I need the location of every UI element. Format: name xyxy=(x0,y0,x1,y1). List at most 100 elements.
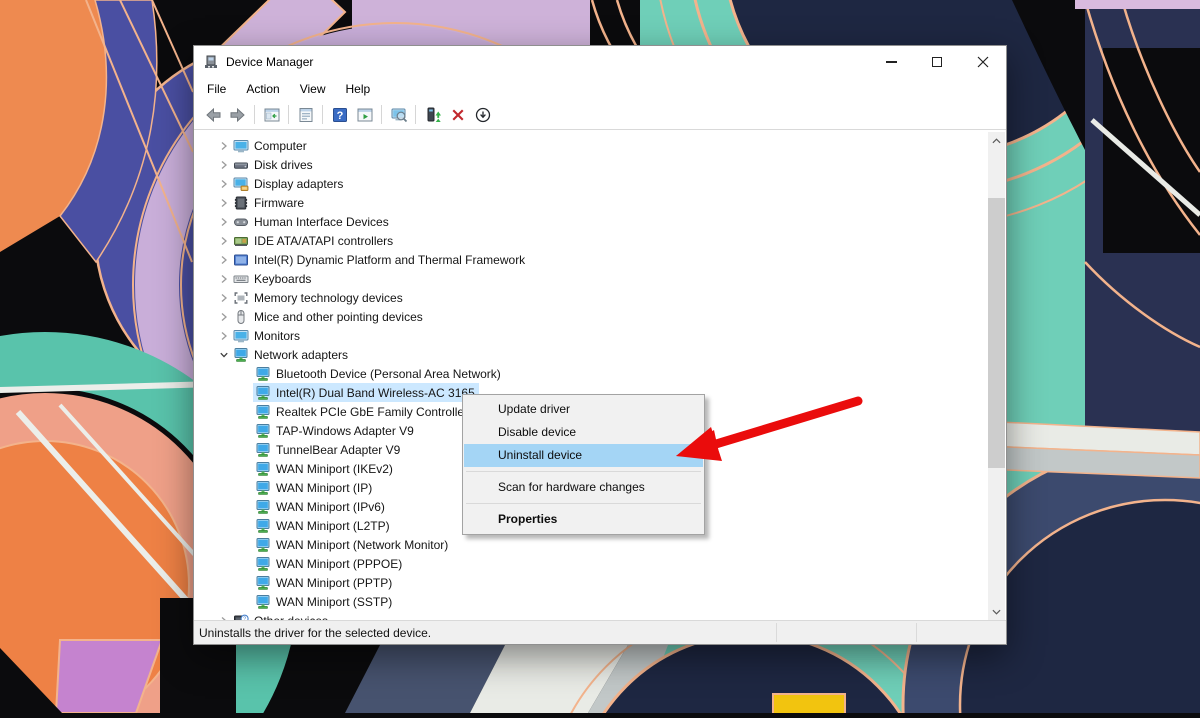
chevron-right-icon[interactable] xyxy=(217,272,231,286)
tree-item-body[interactable]: WAN Miniport (PPTP) xyxy=(253,573,396,592)
tree-item[interactable]: WAN Miniport (PPPOE) xyxy=(194,554,1006,573)
chevron-up-icon xyxy=(992,138,1001,144)
tree-item[interactable]: WAN Miniport (PPTP) xyxy=(194,573,1006,592)
tree-item[interactable]: Bluetooth Device (Personal Area Network) xyxy=(194,364,1006,383)
tree-item[interactable]: Memory technology devices xyxy=(194,288,1006,307)
chevron-right-icon[interactable] xyxy=(217,177,231,191)
help-icon[interactable]: ? xyxy=(327,102,352,127)
tree-item[interactable]: Keyboards xyxy=(194,269,1006,288)
tree-item[interactable]: Intel(R) Dynamic Platform and Thermal Fr… xyxy=(194,250,1006,269)
context-menu-item-uninstall-device[interactable]: Uninstall device xyxy=(464,444,703,467)
tree-item-body[interactable]: Keyboards xyxy=(231,269,315,288)
update-driver-icon[interactable] xyxy=(420,102,445,127)
show-console-tree-icon[interactable] xyxy=(259,102,284,127)
mouse-icon xyxy=(233,309,249,325)
tree-item-body[interactable]: Memory technology devices xyxy=(231,288,407,307)
chevron-right-icon[interactable] xyxy=(217,329,231,343)
tree-item-body[interactable]: Network adapters xyxy=(231,345,352,364)
network-icon xyxy=(255,594,271,610)
chevron-right-icon[interactable] xyxy=(217,139,231,153)
tree-item[interactable]: IDE ATA/ATAPI controllers xyxy=(194,231,1006,250)
scroll-down-button[interactable] xyxy=(988,603,1005,620)
tree-item-body[interactable]: TunnelBear Adapter V9 xyxy=(253,440,404,459)
tree-item-label: Network adapters xyxy=(254,348,348,362)
vertical-scrollbar[interactable] xyxy=(988,132,1005,620)
minimize-icon xyxy=(886,61,897,62)
tree-item-body[interactable]: ?Other devices xyxy=(231,611,332,620)
chevron-right-icon[interactable] xyxy=(217,291,231,305)
action-pane-icon[interactable] xyxy=(352,102,377,127)
tree-item-body[interactable]: Display adapters xyxy=(231,174,347,193)
title-bar[interactable]: Device Manager xyxy=(194,46,1006,78)
chevron-right-icon[interactable] xyxy=(217,196,231,210)
tree-item[interactable]: Monitors xyxy=(194,326,1006,345)
tree-item-label: Monitors xyxy=(254,329,300,343)
menu-action[interactable]: Action xyxy=(236,79,289,99)
tree-item[interactable]: WAN Miniport (Network Monitor) xyxy=(194,535,1006,554)
tree-item[interactable]: WAN Miniport (SSTP) xyxy=(194,592,1006,611)
tree-item-body[interactable]: Disk drives xyxy=(231,155,317,174)
tree-item-label: Disk drives xyxy=(254,158,313,172)
context-menu-item-scan-for-hardware-changes[interactable]: Scan for hardware changes xyxy=(464,476,703,499)
tree-item-body[interactable]: Computer xyxy=(231,136,311,155)
close-button[interactable] xyxy=(960,46,1006,78)
context-menu-item-update-driver[interactable]: Update driver xyxy=(464,398,703,421)
tree-item-body[interactable]: Mice and other pointing devices xyxy=(231,307,427,326)
tree-item[interactable]: Mice and other pointing devices xyxy=(194,307,1006,326)
tree-item-body[interactable]: WAN Miniport (L2TP) xyxy=(253,516,394,535)
tree-item-body[interactable]: WAN Miniport (IPv6) xyxy=(253,497,389,516)
tree-item-body[interactable]: TAP-Windows Adapter V9 xyxy=(253,421,418,440)
properties-icon[interactable] xyxy=(293,102,318,127)
desktop: { "colors": { "selection_blue": "#cce8ff… xyxy=(0,0,1200,713)
uninstall-device-icon[interactable] xyxy=(445,102,470,127)
tree-item[interactable]: Display adapters xyxy=(194,174,1006,193)
tree-item-body[interactable]: IDE ATA/ATAPI controllers xyxy=(231,231,397,250)
tree-item-body[interactable]: WAN Miniport (SSTP) xyxy=(253,592,396,611)
back-icon[interactable] xyxy=(200,102,225,127)
chevron-right-icon[interactable] xyxy=(217,310,231,324)
disable-device-icon[interactable] xyxy=(470,102,495,127)
tree-item-label: Display adapters xyxy=(254,177,343,191)
tree-item-selected[interactable]: Intel(R) Dual Band Wireless-AC 3165 xyxy=(253,383,479,402)
menu-file[interactable]: File xyxy=(197,79,236,99)
context-menu: Update driverDisable deviceUninstall dev… xyxy=(462,394,705,535)
context-menu-item-properties[interactable]: Properties xyxy=(464,508,703,531)
tree-item-body[interactable]: WAN Miniport (IP) xyxy=(253,478,376,497)
tree-item-label: WAN Miniport (SSTP) xyxy=(276,595,392,609)
tree-item-body[interactable]: Human Interface Devices xyxy=(231,212,393,231)
chevron-right-icon[interactable] xyxy=(217,158,231,172)
toolbar-separator xyxy=(381,105,382,124)
toolbar-separator xyxy=(415,105,416,124)
tree-item-label: IDE ATA/ATAPI controllers xyxy=(254,234,393,248)
maximize-button[interactable] xyxy=(914,46,960,78)
menu-view[interactable]: View xyxy=(290,79,336,99)
scan-hardware-changes-icon[interactable] xyxy=(386,102,411,127)
chevron-right-icon[interactable] xyxy=(217,215,231,229)
menu-help[interactable]: Help xyxy=(336,79,381,99)
tree-item[interactable]: Disk drives xyxy=(194,155,1006,174)
scroll-up-button[interactable] xyxy=(988,132,1005,149)
tree-item-body[interactable]: WAN Miniport (IKEv2) xyxy=(253,459,397,478)
forward-icon[interactable] xyxy=(225,102,250,127)
tree-item[interactable]: Computer xyxy=(194,136,1006,155)
minimize-button[interactable] xyxy=(868,46,914,78)
tree-item-body[interactable]: WAN Miniport (PPPOE) xyxy=(253,554,406,573)
chevron-down-icon[interactable] xyxy=(217,348,231,362)
context-menu-item-disable-device[interactable]: Disable device xyxy=(464,421,703,444)
network-icon xyxy=(255,518,271,534)
tree-item[interactable]: Firmware xyxy=(194,193,1006,212)
tree-item-body[interactable]: Bluetooth Device (Personal Area Network) xyxy=(253,364,505,383)
toolbar-separator xyxy=(288,105,289,124)
chevron-right-icon[interactable] xyxy=(217,253,231,267)
tree-item-body[interactable]: Firmware xyxy=(231,193,308,212)
chevron-right-icon[interactable] xyxy=(217,234,231,248)
tree-item[interactable]: ?Other devices xyxy=(194,611,1006,620)
tree-item-label: WAN Miniport (PPPOE) xyxy=(276,557,402,571)
tree-item[interactable]: Human Interface Devices xyxy=(194,212,1006,231)
tree-item-body[interactable]: Monitors xyxy=(231,326,304,345)
tree-item-body[interactable]: WAN Miniport (Network Monitor) xyxy=(253,535,452,554)
scrollbar-thumb[interactable] xyxy=(988,198,1005,468)
tree-item-body[interactable]: Realtek PCIe GbE Family Controller xyxy=(253,402,472,421)
tree-item[interactable]: Network adapters xyxy=(194,345,1006,364)
tree-item-body[interactable]: Intel(R) Dynamic Platform and Thermal Fr… xyxy=(231,250,529,269)
